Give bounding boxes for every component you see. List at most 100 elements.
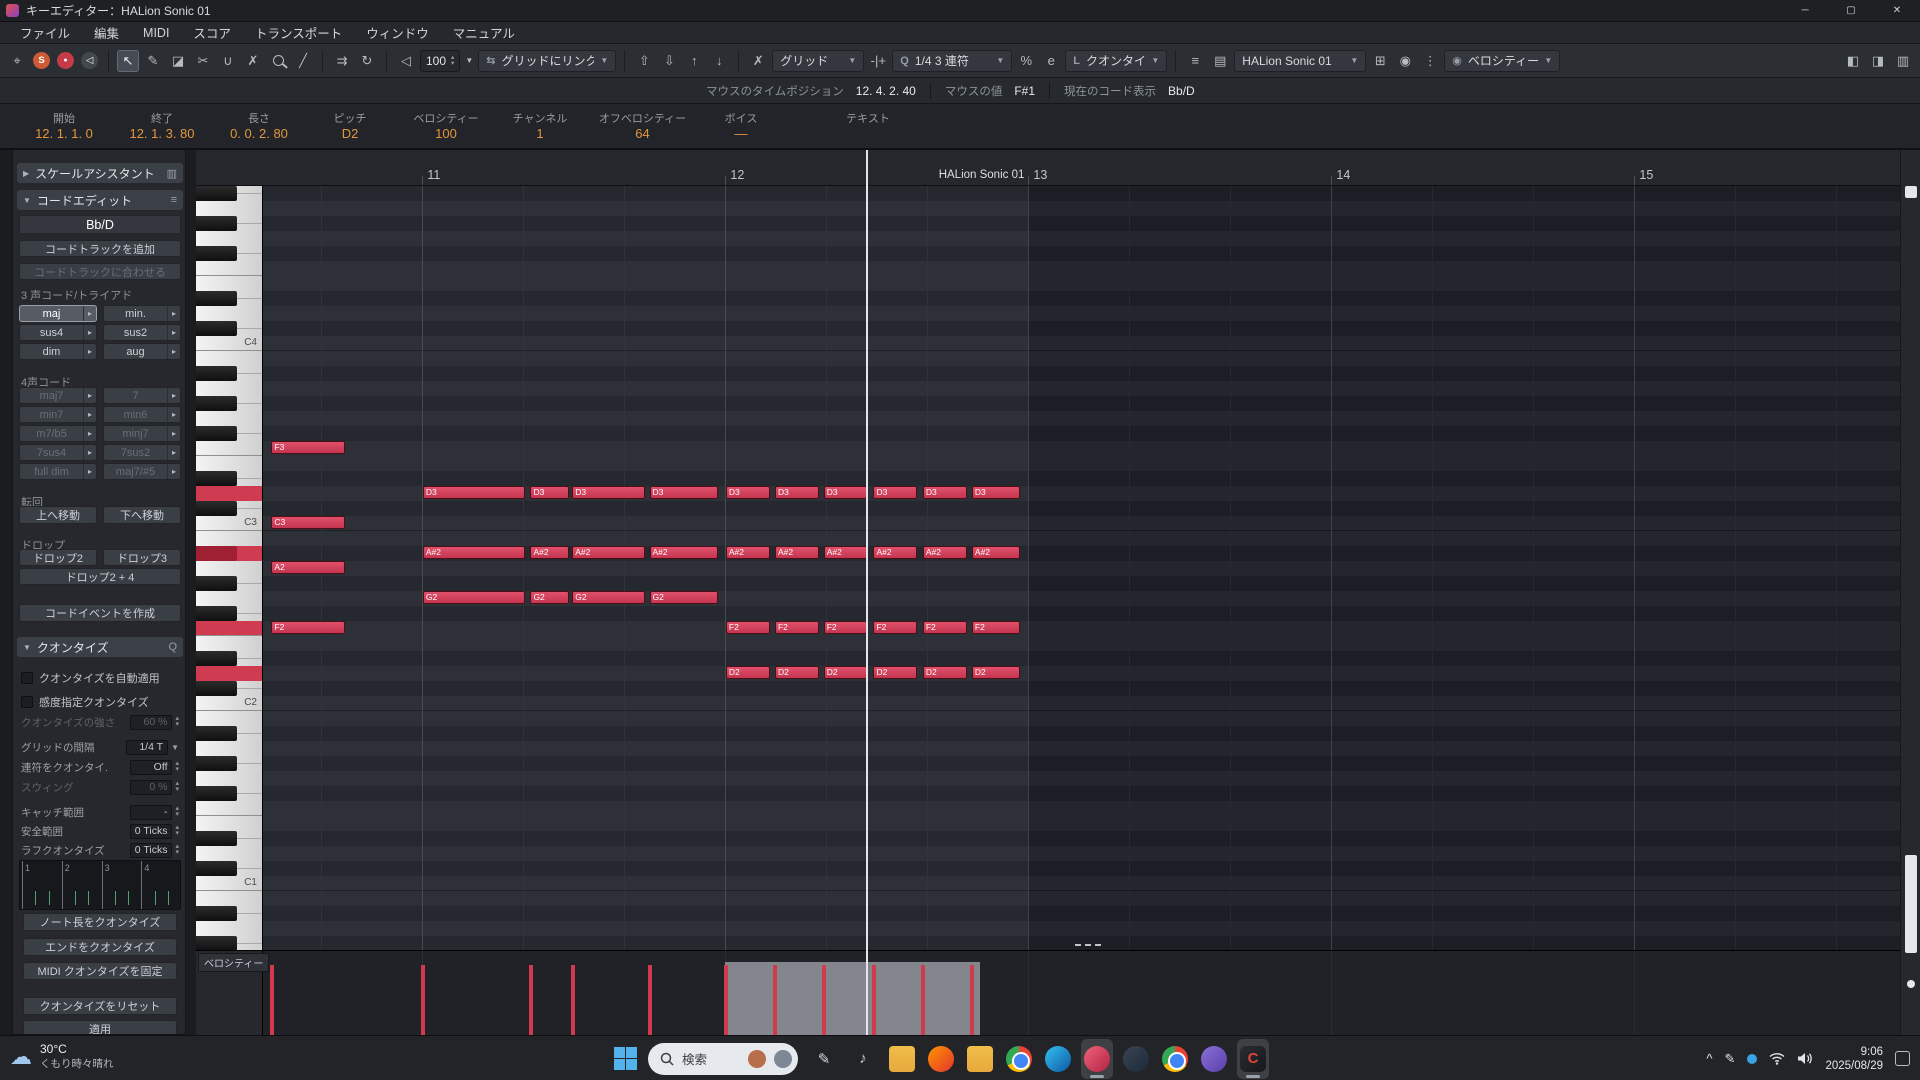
midi-note-F2[interactable]: F2 — [726, 621, 770, 634]
midi-note-D2[interactable]: D2 — [972, 666, 1020, 679]
section-chord-edit[interactable]: ▼コードエディット≡ — [17, 190, 183, 210]
insert-velocity-menu[interactable]: ▼ — [463, 50, 475, 72]
piano-key-Gs0[interactable] — [196, 936, 262, 951]
info-field-8[interactable]: テキスト — [823, 104, 913, 148]
velocity-bar[interactable] — [529, 965, 533, 1035]
midi-note-F2[interactable]: F2 — [923, 621, 967, 634]
tetrad-button-0[interactable]: maj7▸ — [19, 387, 97, 404]
tetrad-button-9[interactable]: maj7/#5▸ — [103, 463, 181, 480]
grid-link-select[interactable]: ⇆グリッドにリンク▼ — [478, 50, 616, 72]
erase-tool[interactable]: ◪ — [167, 50, 189, 72]
quantize-row-4-stepper[interactable]: ▴▾ — [175, 806, 179, 818]
midi-note-As2[interactable]: A#2 — [572, 546, 645, 559]
midi-note-As2[interactable]: A#2 — [923, 546, 967, 559]
piano-key-B3[interactable] — [196, 351, 262, 366]
quantize-preset-select[interactable]: Q1/4 3 連符▼ — [892, 50, 1012, 72]
info-field-4[interactable]: ベロシティー100 — [406, 104, 486, 148]
quantize-row-5-stepper[interactable]: ▴▾ — [175, 825, 179, 837]
velocity-lane[interactable]: ベロシティー — [196, 950, 1900, 1035]
draw-tool[interactable]: ✎ — [142, 50, 164, 72]
auto-apply-quantize-checkbox-box[interactable] — [21, 672, 33, 684]
piano-key-G4[interactable] — [196, 231, 262, 246]
piano-key-Ds2[interactable] — [196, 651, 262, 666]
midi-note-D3[interactable]: D3 — [572, 486, 645, 499]
midi-note-As2[interactable]: A#2 — [530, 546, 569, 559]
piano-key-Cs4[interactable] — [196, 321, 262, 336]
piano-key-G2[interactable] — [196, 591, 262, 606]
search-highlight-icon[interactable] — [748, 1050, 766, 1068]
midi-note-D3[interactable]: D3 — [873, 486, 917, 499]
piano-key-E4[interactable] — [196, 276, 262, 291]
piano-key-C1[interactable]: C1 — [196, 876, 262, 891]
triad-button-5[interactable]: aug▸ — [103, 343, 181, 360]
info-field-6[interactable]: オフベロシティー64 — [595, 104, 690, 148]
minimize-button[interactable]: ─ — [1782, 0, 1828, 21]
velocity-bar[interactable] — [270, 965, 274, 1035]
quantize-action-button-1[interactable]: エンドをクオンタイズ — [23, 938, 177, 956]
toolbar-setup-icon[interactable]: ▥ — [1892, 50, 1914, 72]
midi-note-As2[interactable]: A#2 — [873, 546, 917, 559]
transpose-down-button[interactable]: ⇩ — [658, 50, 680, 72]
move-down-button[interactable]: ↓ — [708, 50, 730, 72]
loop-button[interactable]: ↻ — [356, 50, 378, 72]
midi-note-F3[interactable]: F3 — [271, 441, 345, 454]
velocity-bar[interactable] — [921, 965, 925, 1035]
create-chord-event-button[interactable]: コードイベントを作成 — [19, 604, 181, 622]
info-field-0[interactable]: 開始12. 1. 1. 0 — [20, 104, 108, 148]
piano-key-F2[interactable] — [196, 621, 262, 636]
insert-velocity-icon[interactable]: ◁ — [395, 50, 417, 72]
midi-note-D3[interactable]: D3 — [726, 486, 770, 499]
midi-note-G2[interactable]: G2 — [650, 591, 718, 604]
piano-key-As4[interactable] — [196, 186, 262, 201]
close-button[interactable]: ✕ — [1874, 0, 1920, 21]
info-field-2[interactable]: 長さ0. 0. 2. 80 — [219, 104, 299, 148]
triad-button-3[interactable]: sus2▸ — [103, 324, 181, 341]
velocity-bar[interactable] — [872, 965, 876, 1035]
quantize-row-0-value[interactable]: 60 % — [130, 715, 172, 730]
piano-key-E1[interactable] — [196, 816, 262, 831]
weather-widget[interactable]: ☁ 30°C くもり時々晴れ — [10, 1042, 114, 1071]
midi-note-As2[interactable]: A#2 — [824, 546, 867, 559]
add-chord-track-button[interactable]: コードトラックを追加 — [19, 240, 181, 257]
midi-note-F2[interactable]: F2 — [972, 621, 1020, 634]
piano-key-Fs4[interactable] — [196, 246, 262, 261]
piano-key-C4[interactable]: C4 — [196, 336, 262, 351]
object-select-tool[interactable]: ↖ — [117, 50, 139, 72]
quantize-row-4-value[interactable]: - — [130, 805, 172, 820]
grid-type-select[interactable]: グリッド▼ — [772, 50, 864, 72]
velocity-bar[interactable] — [421, 965, 425, 1035]
quantize-row-2-stepper[interactable]: ▴▾ — [175, 761, 179, 773]
piano-key-G3[interactable] — [196, 411, 262, 426]
midi-note-G2[interactable]: G2 — [423, 591, 526, 604]
tetrad-button-3[interactable]: min6▸ — [103, 406, 181, 423]
midi-note-F2[interactable]: F2 — [775, 621, 819, 634]
menu-item-1[interactable]: 編集 — [82, 22, 131, 43]
midi-note-A2[interactable]: A2 — [271, 561, 345, 574]
info-field-1[interactable]: 終了12. 1. 3. 80 — [122, 104, 202, 148]
part-borders-icon[interactable]: ⊞ — [1369, 50, 1391, 72]
piano-key-Gs3[interactable] — [196, 396, 262, 411]
piano-key-G1[interactable] — [196, 771, 262, 786]
pin-tool-icon[interactable]: ⌖ — [6, 50, 28, 72]
edge-icon[interactable] — [1042, 1039, 1074, 1079]
split-tool[interactable]: ✂ — [192, 50, 214, 72]
midi-note-As2[interactable]: A#2 — [972, 546, 1020, 559]
midi-note-D3[interactable]: D3 — [923, 486, 967, 499]
drop-button-1[interactable]: ドロップ3 — [103, 549, 181, 566]
midi-note-D3[interactable]: D3 — [775, 486, 819, 499]
firefox-icon[interactable] — [925, 1039, 957, 1079]
midi-input-icon[interactable]: ▤ — [1209, 50, 1231, 72]
browser-app-icon[interactable] — [1159, 1039, 1191, 1079]
piano-key-Cs2[interactable] — [196, 681, 262, 696]
piano-key-Cs1[interactable] — [196, 861, 262, 876]
velocity-bar[interactable] — [724, 965, 728, 1035]
piano-key-D2[interactable] — [196, 666, 262, 681]
color-wheel-icon[interactable]: ◉ — [1394, 50, 1416, 72]
piano-key-Fs3[interactable] — [196, 426, 262, 441]
tetrad-button-1[interactable]: 7▸ — [103, 387, 181, 404]
piano-key-B1[interactable] — [196, 711, 262, 726]
triad-button-4[interactable]: dim▸ — [19, 343, 97, 360]
tray-blue-dot-icon[interactable] — [1747, 1054, 1757, 1064]
info-field-7[interactable]: ボイス— — [701, 104, 781, 148]
soft-quantize-checkbox[interactable]: 感度指定クオンタイズ — [21, 695, 179, 709]
